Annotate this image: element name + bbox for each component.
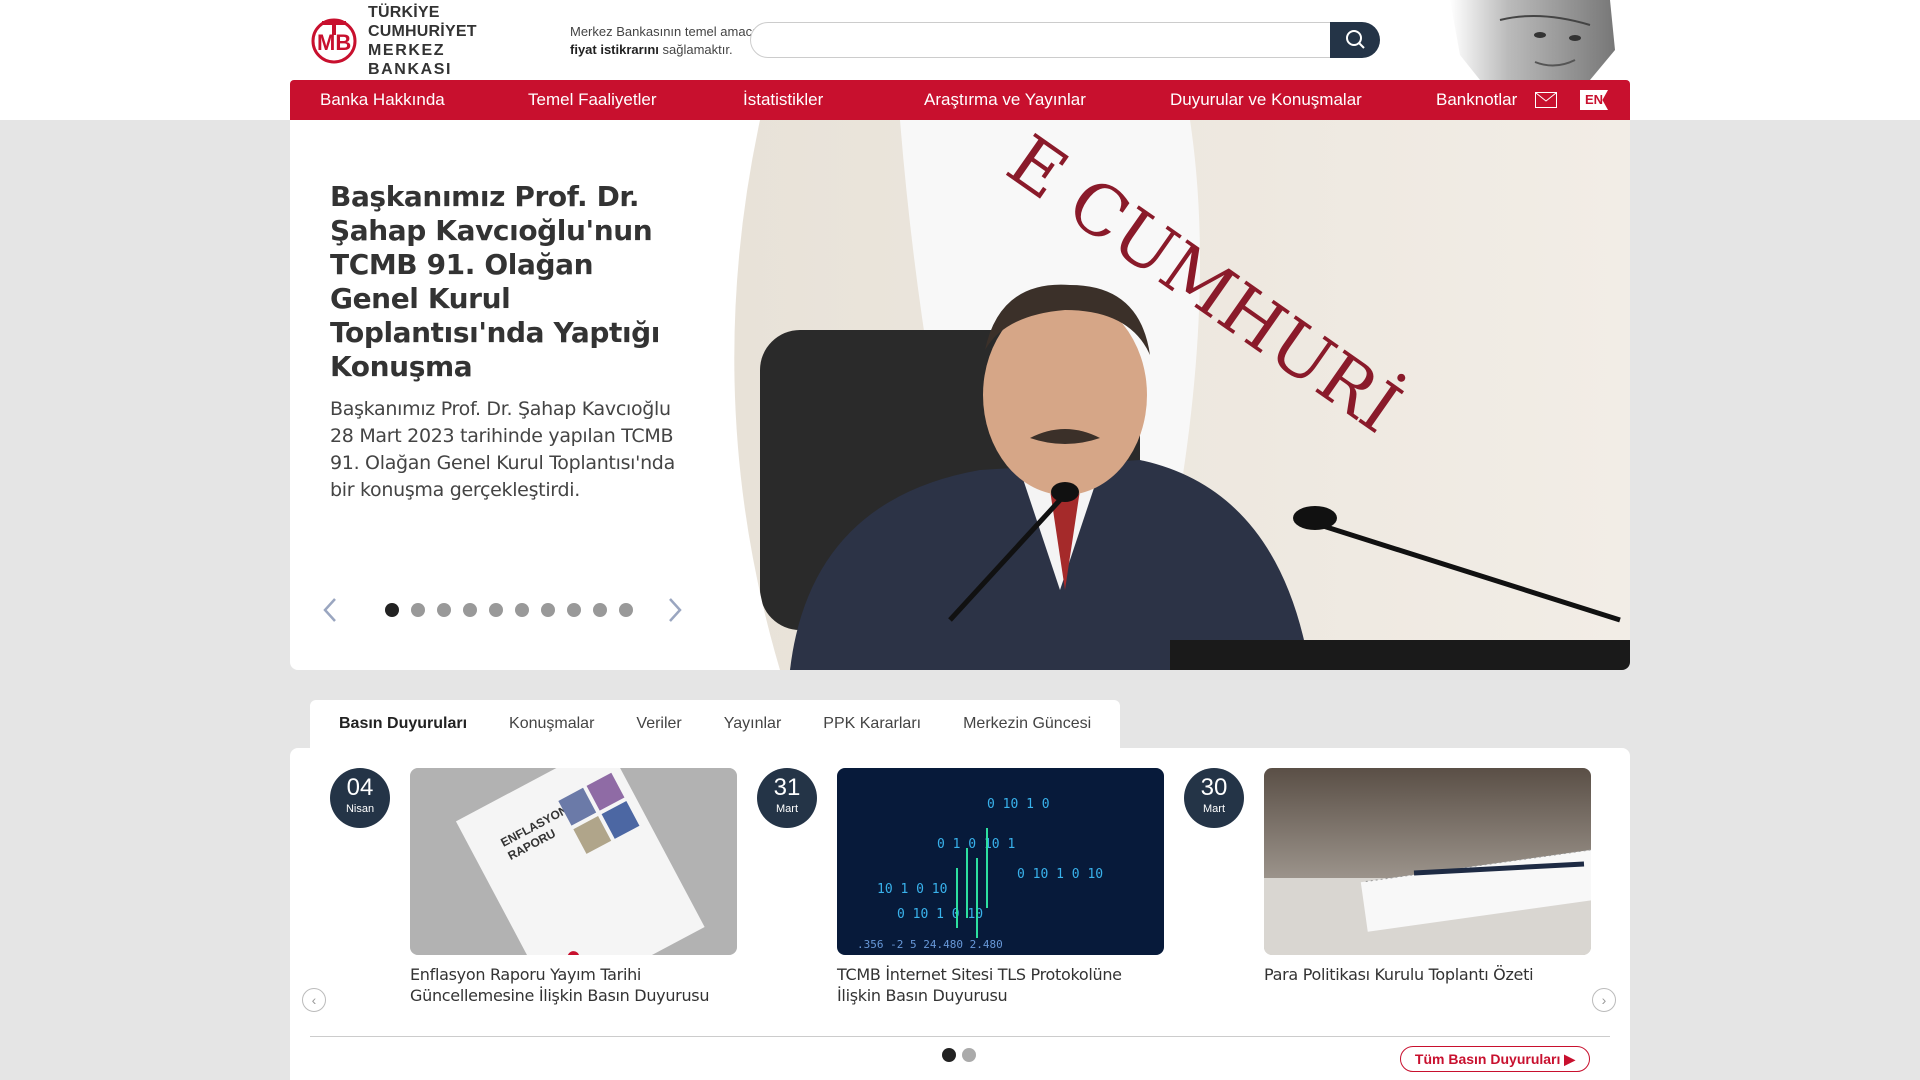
hero-dot[interactable]	[385, 603, 399, 617]
hero-controls	[320, 595, 700, 625]
hero-text: Başkanımız Prof. Dr. Şahap Kavcıoğlu'nun…	[330, 180, 680, 504]
news-thumbnail[interactable]: ENFLASYON RAPORU	[410, 768, 737, 955]
tab-ppk-kararlari[interactable]: PPK Kararları	[802, 700, 942, 748]
motto-line1: Merkez Bankasının temel amacı	[570, 24, 756, 39]
hero-dot[interactable]	[593, 603, 607, 617]
hero-slider: Başkanımız Prof. Dr. Şahap Kavcıoğlu'nun…	[290, 120, 1630, 670]
news-thumbnail[interactable]: 0 10 1 0 0 1 0 10 1 0 10 1 0 10 10 1 0 1…	[837, 768, 1164, 955]
logo-line2: MERKEZ BANKASI	[368, 42, 453, 78]
news-title[interactable]: TCMB İnternet Sitesi TLS Protokolüne İli…	[837, 964, 1167, 1006]
date-badge: 30 Mart	[1184, 768, 1244, 828]
svg-text:0 1 0 10 1: 0 1 0 10 1	[937, 837, 1015, 852]
motto-rest: sağlamaktır.	[658, 42, 733, 57]
content-tabs: Basın Duyuruları Konuşmalar Veriler Yayı…	[310, 700, 1121, 748]
news-page-dot[interactable]	[962, 1048, 976, 1062]
motto-bold: fiyat istikrarını	[570, 42, 659, 57]
svg-text:10 1 0 10: 10 1 0 10	[877, 882, 947, 897]
hero-dot[interactable]	[619, 603, 633, 617]
news-thumbnail[interactable]	[1264, 768, 1591, 955]
date-day: 31	[773, 774, 801, 801]
svg-text:0 10 1 0 10: 0 10 1 0 10	[1017, 867, 1103, 882]
mail-icon[interactable]	[1535, 92, 1557, 108]
logo-text: TÜRKİYE CUMHURİYET MERKEZ BANKASI	[368, 3, 535, 79]
date-month: Nisan	[345, 803, 375, 815]
language-en-button[interactable]: EN	[1580, 90, 1608, 110]
date-day: 30	[1200, 774, 1228, 801]
news-card[interactable]: 30 Mart Para Politikası Kurulu Toplantı …	[1184, 768, 1604, 1028]
tab-yayinlar[interactable]: Yayınlar	[703, 700, 803, 748]
hero-dot[interactable]	[515, 603, 529, 617]
svg-text:0 10 1 0: 0 10 1 0	[987, 797, 1050, 812]
svg-text:0 10 1 0 10: 0 10 1 0 10	[897, 907, 983, 922]
hero-title[interactable]: Başkanımız Prof. Dr. Şahap Kavcıoğlu'nun…	[330, 180, 680, 384]
nav-item-duyurular[interactable]: Duyurular ve Konuşmalar	[1170, 80, 1362, 120]
hero-dot[interactable]	[567, 603, 581, 617]
all-press-releases-button[interactable]: Tüm Basın Duyuruları ▶	[1400, 1046, 1590, 1072]
nav-item-temel-faaliyetler[interactable]: Temel Faaliyetler	[528, 80, 657, 120]
hero-dot[interactable]	[411, 603, 425, 617]
svg-text:.356 -2 5 24.480 2.480: .356 -2 5 24.480 2.480	[857, 938, 1003, 951]
main-nav: Banka Hakkında Temel Faaliyetler İstatis…	[290, 80, 1630, 120]
news-panel: ‹ 04 Nisan ENFLASYON RAPORU Enflasyon Ra…	[290, 748, 1630, 1080]
nav-item-banknotlar[interactable]: Banknotlar	[1436, 80, 1517, 120]
tab-veriler[interactable]: Veriler	[615, 700, 702, 748]
search-icon	[1344, 28, 1366, 53]
play-arrow-icon: ▶	[1564, 1051, 1576, 1067]
ataturk-portrait	[1440, 0, 1620, 80]
tab-konusmalar[interactable]: Konuşmalar	[488, 700, 615, 748]
date-day: 04	[346, 774, 374, 801]
tcmb-logo[interactable]: MB TÜRKİYE CUMHURİYET MERKEZ BANKASI	[310, 4, 535, 78]
hero-description: Başkanımız Prof. Dr. Şahap Kavcıoğlu 28 …	[330, 398, 675, 501]
chevron-left-icon: ‹	[311, 992, 317, 1008]
nav-item-arastirma[interactable]: Araştırma ve Yayınlar	[924, 80, 1086, 120]
hero-dots	[385, 603, 633, 617]
hero-image[interactable]: E CUMHURİ	[720, 120, 1630, 670]
news-prev-arrow[interactable]: ‹	[302, 988, 326, 1012]
tcmb-logo-mark: MB	[310, 17, 360, 65]
nav-item-istatistikler[interactable]: İstatistikler	[743, 80, 823, 120]
news-card[interactable]: 31 Mart 0 10 1 0 0 1 0 10 1 0 10 1 0 10 …	[757, 768, 1177, 1028]
news-title[interactable]: Enflasyon Raporu Yayım Tarihi Güncelleme…	[410, 964, 740, 1006]
date-badge: 04 Nisan	[330, 768, 390, 828]
nav-item-banka-hakkinda[interactable]: Banka Hakkında	[320, 80, 445, 120]
date-month: Mart	[776, 803, 798, 815]
hero-dot[interactable]	[437, 603, 451, 617]
search-box	[750, 22, 1380, 58]
date-badge: 31 Mart	[757, 768, 817, 828]
search-button[interactable]	[1330, 22, 1380, 58]
news-title[interactable]: Para Politikası Kurulu Toplantı Özeti	[1264, 964, 1594, 985]
hero-dot[interactable]	[489, 603, 503, 617]
hero-dot[interactable]	[541, 603, 555, 617]
search-input[interactable]	[750, 22, 1340, 58]
news-next-arrow[interactable]: ›	[1592, 988, 1616, 1012]
hero-prev-arrow[interactable]	[320, 595, 340, 625]
all-press-releases-label: Tüm Basın Duyuruları	[1414, 1051, 1561, 1067]
logo-line1: TÜRKİYE CUMHURİYET	[368, 4, 477, 40]
hero-next-arrow[interactable]	[665, 595, 685, 625]
motto: Merkez Bankasının temel amacı fiyat isti…	[570, 23, 756, 59]
news-pagination	[942, 1048, 976, 1062]
motto-line2: fiyat istikrarını sağlamaktır.	[570, 41, 756, 59]
tab-merkezin-guncesi[interactable]: Merkezin Güncesi	[942, 700, 1112, 748]
hero-dot[interactable]	[463, 603, 477, 617]
date-month: Mart	[1203, 803, 1225, 815]
tab-basin-duyurulari[interactable]: Basın Duyuruları	[318, 700, 488, 748]
news-card[interactable]: 04 Nisan ENFLASYON RAPORU Enflasyon Rapo…	[330, 768, 750, 1028]
chevron-right-icon: ›	[1601, 992, 1607, 1008]
news-divider	[310, 1036, 1610, 1037]
news-page-dot[interactable]	[942, 1048, 956, 1062]
